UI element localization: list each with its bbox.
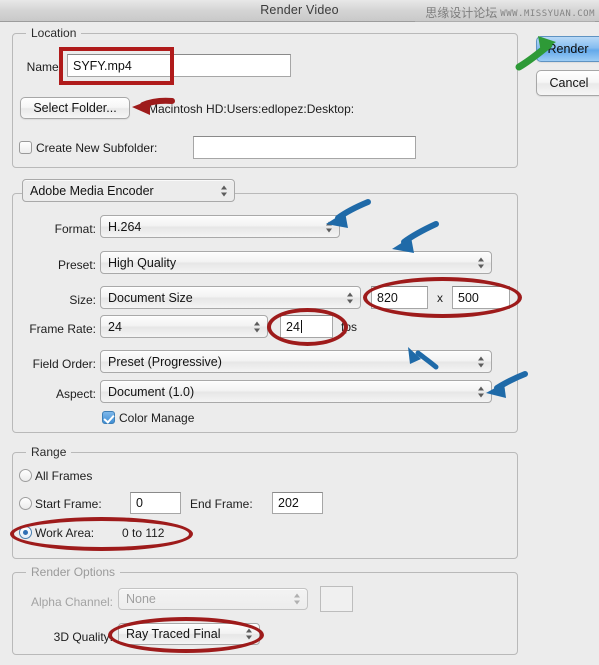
range-end-frame-label: End Frame:: [190, 497, 253, 511]
range-work-area-radio[interactable]: [19, 526, 32, 539]
alpha-channel-swatch[interactable]: [320, 586, 353, 612]
color-manage-label: Color Manage: [119, 411, 195, 425]
preset-select[interactable]: High Quality: [100, 251, 492, 274]
updown-arrows-icon: [294, 593, 301, 606]
frame-rate-label: Frame Rate:: [29, 322, 96, 336]
field-order-label: Field Order:: [32, 357, 96, 371]
alpha-channel-select[interactable]: None: [118, 588, 308, 610]
encoder-select-value: Adobe Media Encoder: [30, 183, 154, 198]
updown-arrows-icon: [347, 291, 354, 304]
size-label: Size:: [69, 293, 96, 307]
color-manage-checkbox[interactable]: [102, 411, 115, 424]
range-start-frame-radio[interactable]: [19, 497, 32, 510]
start-frame-input[interactable]: 0: [130, 492, 181, 514]
frame-rate-select-value: 24: [108, 319, 122, 334]
cancel-button[interactable]: Cancel: [536, 70, 599, 96]
field-order-select[interactable]: Preset (Progressive): [100, 350, 492, 373]
create-new-subfolder-checkbox[interactable]: [19, 141, 32, 154]
size-height-input[interactable]: 500: [452, 286, 510, 309]
render-video-dialog: Render Video 思缘设计论坛 WWW.MISSYUAN.COM Ren…: [0, 0, 599, 665]
range-group-title: Range: [26, 445, 72, 459]
range-all-frames-radio[interactable]: [19, 469, 32, 482]
select-folder-label: Select Folder...: [33, 101, 117, 115]
end-frame-input[interactable]: 202: [272, 492, 323, 514]
fps-label: fps: [341, 320, 358, 334]
location-group-title: Location: [26, 26, 82, 40]
size-select-value: Document Size: [108, 290, 193, 305]
3d-quality-select[interactable]: Ray Traced Final: [118, 623, 260, 645]
updown-arrows-icon: [478, 355, 485, 368]
range-start-frame-label: Start Frame:: [35, 497, 102, 511]
range-work-area-value: 0 to 112: [122, 526, 165, 540]
cancel-button-label: Cancel: [549, 76, 589, 90]
subfolder-name-input[interactable]: [193, 136, 416, 159]
watermark: 思缘设计论坛 WWW.MISSYUAN.COM: [425, 7, 595, 20]
updown-arrows-icon: [221, 184, 228, 197]
watermark-cn: 思缘设计论坛: [425, 6, 498, 20]
encoder-select[interactable]: Adobe Media Encoder: [22, 179, 235, 202]
range-work-area-label: Work Area:: [35, 526, 95, 540]
name-input[interactable]: SYFY.mp4: [67, 54, 291, 77]
updown-arrows-icon: [478, 385, 485, 398]
updown-arrows-icon: [254, 320, 261, 333]
range-all-frames-label: All Frames: [35, 469, 93, 483]
destination-path: Macintosh HD:Users:edlopez:Desktop:: [148, 102, 355, 116]
frame-rate-input[interactable]: 24: [280, 315, 333, 338]
select-folder-button[interactable]: Select Folder...: [20, 97, 130, 119]
watermark-rule: [415, 21, 595, 22]
3d-quality-label: 3D Quality:: [53, 630, 113, 644]
create-new-subfolder-label: Create New Subfolder:: [36, 141, 158, 155]
alpha-channel-select-value: None: [126, 592, 156, 606]
3d-quality-select-value: Ray Traced Final: [126, 627, 221, 641]
aspect-label: Aspect:: [55, 387, 96, 401]
updown-arrows-icon: [478, 256, 485, 269]
format-select-value: H.264: [108, 219, 142, 234]
field-order-select-value: Preset (Progressive): [108, 354, 222, 369]
render-button[interactable]: Render: [536, 36, 599, 62]
alpha-channel-label: Alpha Channel:: [30, 595, 113, 609]
watermark-en: WWW.MISSYUAN.COM: [500, 9, 595, 19]
name-label: Name:: [26, 60, 62, 74]
aspect-select[interactable]: Document (1.0): [100, 380, 492, 403]
format-label: Format:: [54, 222, 96, 236]
render-options-group-title: Render Options: [26, 565, 121, 579]
preset-label: Preset:: [57, 258, 96, 272]
size-separator: x: [437, 291, 443, 305]
aspect-select-value: Document (1.0): [108, 384, 195, 399]
size-select[interactable]: Document Size: [100, 286, 361, 309]
updown-arrows-icon: [246, 628, 253, 641]
size-width-input[interactable]: 820: [371, 286, 428, 309]
frame-rate-select[interactable]: 24: [100, 315, 268, 338]
format-select[interactable]: H.264: [100, 215, 340, 238]
preset-select-value: High Quality: [108, 255, 177, 270]
updown-arrows-icon: [326, 220, 333, 233]
render-button-label: Render: [547, 42, 589, 56]
